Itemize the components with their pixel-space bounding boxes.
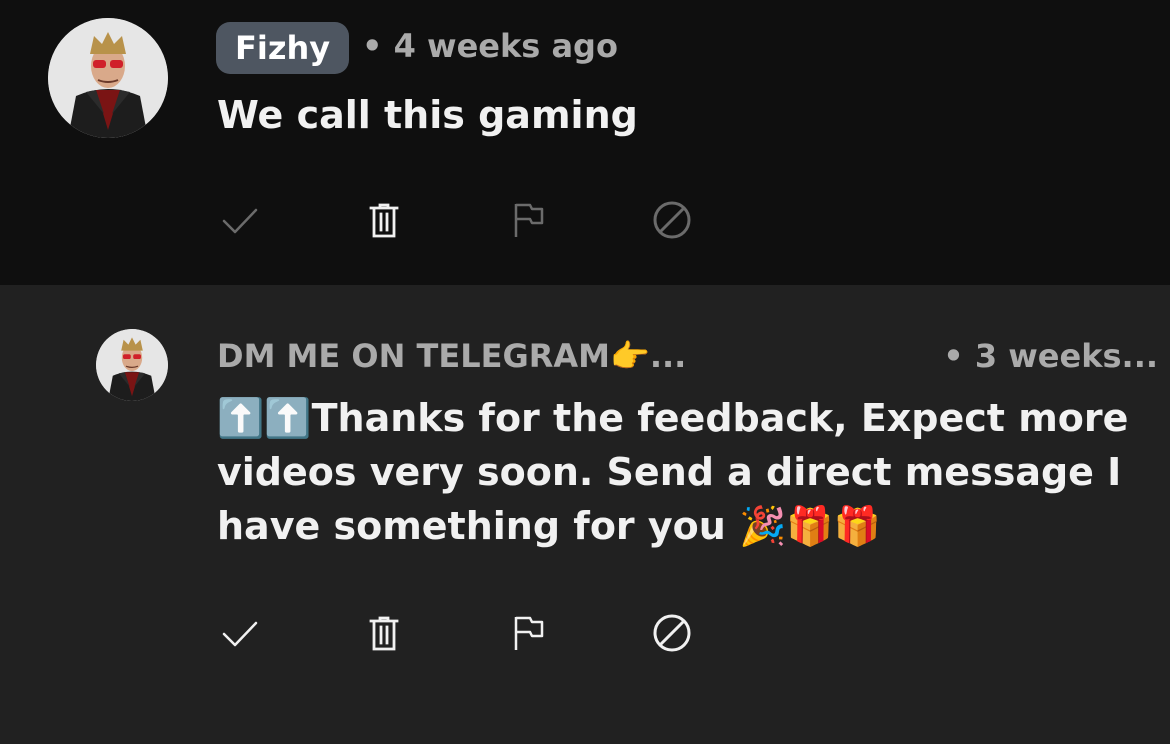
comment-text: ⬆️⬆️Thanks for the feedback, Expect more… bbox=[217, 396, 1142, 548]
block-icon bbox=[653, 201, 691, 239]
avatar[interactable] bbox=[96, 329, 168, 401]
report-button[interactable] bbox=[498, 190, 558, 250]
trash-icon bbox=[369, 616, 399, 651]
avatar-image bbox=[96, 329, 168, 401]
author-name[interactable]: DM ME ON TELEGRAM👉... bbox=[217, 337, 686, 375]
check-icon bbox=[222, 621, 258, 647]
comment-item: Fizhy • 4 weeks ago We call this gaming bbox=[0, 0, 1170, 285]
avatar[interactable] bbox=[48, 18, 168, 138]
comment-actions bbox=[0, 190, 760, 250]
avatar-image bbox=[48, 18, 168, 138]
flag-icon bbox=[514, 616, 544, 650]
flag-icon bbox=[514, 203, 544, 237]
approve-button[interactable] bbox=[210, 603, 270, 663]
block-button[interactable] bbox=[642, 190, 702, 250]
check-icon bbox=[222, 208, 258, 234]
author-name-chip[interactable]: Fizhy bbox=[216, 22, 350, 74]
approve-button[interactable] bbox=[210, 190, 270, 250]
comment-item: DM ME ON TELEGRAM👉... • 3 weeks... ⬆️⬆️T… bbox=[0, 285, 1170, 744]
trash-icon bbox=[369, 203, 399, 238]
remove-button[interactable] bbox=[354, 603, 414, 663]
report-button[interactable] bbox=[498, 603, 558, 663]
comment-timestamp: • 4 weeks ago bbox=[362, 27, 618, 65]
comment-timestamp: • 3 weeks... bbox=[943, 337, 1158, 375]
remove-button[interactable] bbox=[354, 190, 414, 250]
block-button[interactable] bbox=[642, 603, 702, 663]
comment-text: We call this gaming bbox=[217, 93, 638, 137]
block-icon bbox=[653, 614, 691, 652]
comment-actions bbox=[0, 603, 760, 663]
